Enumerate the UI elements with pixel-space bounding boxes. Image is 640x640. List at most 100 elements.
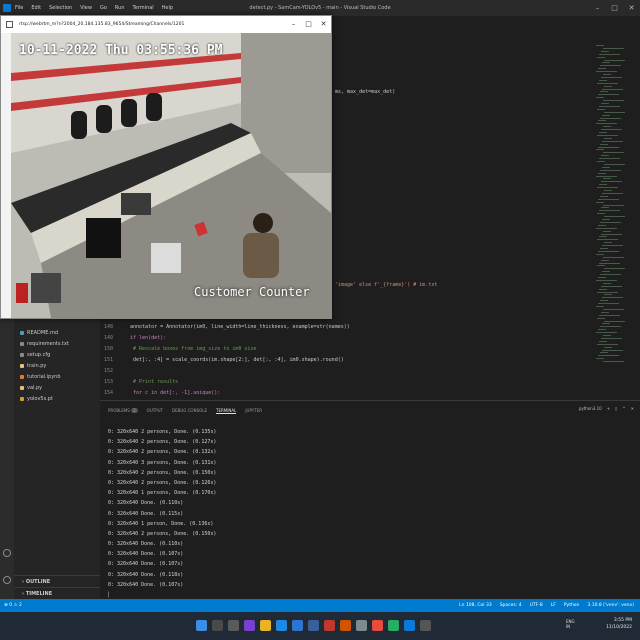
minimap-line [597, 343, 618, 345]
minimap-line [603, 335, 611, 336]
tab-jupyter[interactable]: JUPYTER [245, 408, 262, 414]
minimap-line [599, 210, 620, 212]
minimap-line [600, 221, 621, 223]
file-item[interactable]: train.py [20, 361, 69, 372]
minimize-icon[interactable]: – [589, 0, 606, 16]
chrome-icon[interactable] [372, 620, 383, 631]
minimize-icon[interactable]: – [286, 16, 301, 33]
file-item[interactable]: requirements.txt [20, 339, 69, 350]
language-mode[interactable]: Python [564, 599, 580, 612]
minimap-line [604, 216, 625, 218]
tab-debug-console[interactable]: DEBUG CONSOLE [172, 408, 207, 414]
outline-section[interactable]: › OUTLINE [14, 575, 100, 587]
minimap-line [600, 274, 621, 276]
edge-icon[interactable] [276, 620, 287, 631]
tab-terminal[interactable]: TERMINAL [216, 408, 237, 414]
windows-taskbar: ENG IN 3:55 PM 11/10/2022 [0, 612, 640, 640]
close-icon[interactable]: ✕ [623, 0, 640, 16]
minimap-line [596, 175, 617, 177]
minimap-line [604, 320, 625, 322]
close-icon[interactable]: ✕ [316, 16, 331, 33]
camera-overlay-label: Customer Counter [194, 285, 310, 299]
teams-icon[interactable] [244, 620, 255, 631]
minimap-line [596, 332, 617, 334]
minimap-line [596, 253, 604, 255]
windows-start-icon[interactable] [196, 620, 207, 631]
file-item[interactable]: tutorial.ipynb [20, 372, 69, 383]
minimap-line [596, 149, 604, 151]
minimap-line [602, 166, 610, 168]
panel-tabs: PROBLEMS 2 OUTPUT DEBUG CONSOLE TERMINAL… [108, 408, 262, 414]
media-player-icon[interactable] [340, 620, 351, 631]
minimap-line [603, 74, 611, 75]
python-interpreter[interactable]: 3.10.8 ('venv': venv) [587, 599, 634, 612]
code-line: 150 # Rescale boxes from img_size to im0… [104, 346, 257, 352]
maximize-panel-icon[interactable]: ^ [622, 406, 625, 411]
gear-icon[interactable] [3, 576, 11, 584]
mail-icon[interactable] [292, 620, 303, 631]
minimap-line [604, 268, 625, 270]
minimap-line [604, 85, 612, 87]
camera-stream-window[interactable]: rtsp://webrtm_m?n?2004_20.184.135.83_965… [0, 15, 332, 319]
minimap-line [597, 265, 605, 267]
file-explorer-icon[interactable] [260, 620, 271, 631]
minimap-line [603, 308, 624, 310]
minimap-line [598, 329, 606, 331]
tab-problems[interactable]: PROBLEMS 2 [108, 408, 138, 414]
minimap-line [601, 233, 622, 235]
app-icon[interactable] [356, 620, 367, 631]
file-item[interactable]: yolov5s.pt [20, 394, 69, 405]
camera-viewer-icon[interactable] [420, 620, 431, 631]
clock-date: 11/10/2022 [606, 625, 632, 630]
minimap-line [598, 355, 619, 357]
minimap-line [602, 62, 610, 64]
minimap-line [604, 137, 612, 139]
file-item[interactable]: setup.cfg [20, 350, 69, 361]
vscode-taskbar-icon[interactable] [404, 620, 415, 631]
minimap-line [598, 120, 606, 122]
task-view-icon[interactable] [228, 620, 239, 631]
tab-output[interactable]: OUTPUT [147, 408, 163, 414]
minimap-line [600, 117, 621, 119]
language-indicator[interactable]: ENG IN [566, 619, 575, 629]
python-file-icon [20, 385, 24, 390]
timeline-section[interactable]: › TIMELINE [14, 587, 100, 599]
problems-status[interactable]: ⊗ 0 ⚠ 2 [4, 599, 22, 612]
camera-window-title: rtsp://webrtm_m?n?2004_20.184.135.83_965… [19, 22, 185, 27]
code-line: 149 if len(det): [104, 335, 167, 341]
line-ending[interactable]: LF [551, 599, 556, 612]
minimap-line [598, 224, 606, 226]
minimap-line [599, 236, 607, 238]
system-clock[interactable]: 3:55 PM 11/10/2022 [606, 617, 632, 631]
add-terminal-icon[interactable]: + [607, 406, 610, 411]
minimap-line [599, 314, 620, 316]
close-panel-icon[interactable]: ✕ [631, 406, 634, 411]
python-file-icon [20, 363, 24, 368]
minimap-line [600, 143, 608, 145]
file-item[interactable]: val.py [20, 383, 69, 394]
minimap[interactable] [596, 45, 638, 365]
minimap-line [601, 129, 622, 131]
store-icon[interactable] [308, 620, 319, 631]
cursor-position[interactable]: Ln 108, Col 33 [459, 599, 492, 612]
file-item[interactable]: README.md [20, 328, 69, 339]
minimap-line [602, 349, 623, 351]
encoding[interactable]: UTF-8 [530, 599, 543, 612]
maximize-icon[interactable]: □ [301, 16, 316, 33]
minimap-line [603, 204, 624, 206]
indentation[interactable]: Spaces: 4 [500, 599, 522, 612]
terminal-shell-selector[interactable]: python3.10 [579, 406, 602, 411]
trash-icon[interactable]: ▯ [615, 406, 617, 411]
search-icon[interactable] [212, 620, 223, 631]
terminal-output[interactable]: 0: 320x640 2 persons, Done. (0.135s) 0: 3… [108, 427, 216, 600]
app-icon[interactable] [388, 620, 399, 631]
camera-window-titlebar[interactable]: rtsp://webrtm_m?n?2004_20.184.135.83_965… [1, 16, 331, 33]
cctv-scene [11, 33, 331, 318]
code-line: 148 annotator = Annotator(im0, line_width… [104, 324, 350, 330]
minimap-line [596, 306, 604, 307]
account-icon[interactable] [3, 549, 11, 557]
app-icon[interactable] [324, 620, 335, 631]
minimap-line [600, 248, 608, 249]
maximize-icon[interactable]: □ [606, 0, 623, 16]
notebook-file-icon [20, 374, 24, 379]
